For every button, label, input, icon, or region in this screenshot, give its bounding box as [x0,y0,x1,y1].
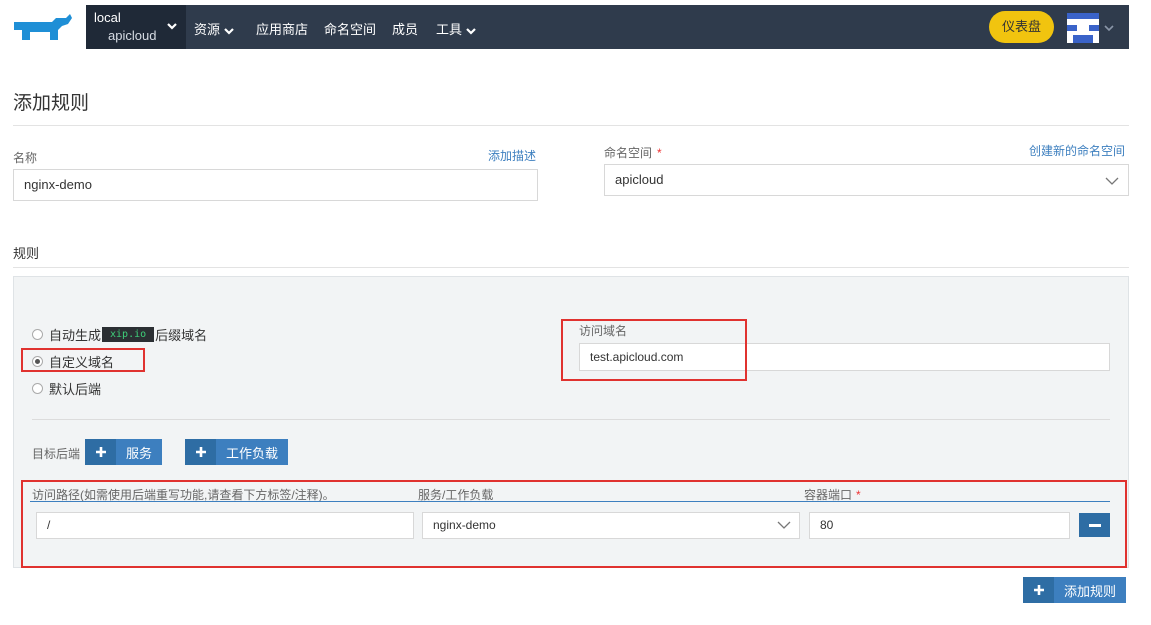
name-label: 名称 [13,151,38,165]
user-avatar-icon[interactable] [1067,13,1099,43]
required-mark: * [657,146,662,160]
nav-app-store[interactable]: 应用商店 [256,19,308,38]
create-namespace-link[interactable]: 创建新的命名空间 [1029,142,1125,159]
radio-default-label: 默认后端 [49,382,102,397]
xip-badge: xip.io [102,327,155,342]
rancher-logo-icon[interactable] [12,12,74,44]
add-rule-label: 添加规则 [1054,577,1127,603]
add-workload-label: 工作负载 [216,439,289,465]
namespace-select-value: apicloud [615,172,664,187]
add-description-link[interactable]: 添加描述 [488,147,536,164]
chevron-down-icon [224,27,234,35]
target-backend-label: 目标后端 [32,447,81,461]
plus-icon [85,439,116,465]
title-divider [13,125,1129,126]
nav-tools-label: 工具 [436,22,463,37]
cluster-project-switcher[interactable]: local apicloud [86,5,186,49]
add-rule-button[interactable]: 添加规则 [1023,577,1127,603]
plus-icon [1023,577,1054,603]
chevron-down-icon[interactable] [1103,22,1115,34]
namespace-label-text: 命名空间 [604,146,653,160]
radio-button[interactable] [32,329,43,340]
dashboard-button[interactable]: 仪表盘 [989,11,1054,43]
rules-divider [13,267,1129,268]
highlight-box-host [561,319,747,381]
nav-namespaces-label: 命名空间 [324,22,377,37]
nav-app-store-label: 应用商店 [256,22,309,37]
plus-icon [185,439,216,465]
namespace-label: 命名空间 * [604,144,662,161]
nav-namespaces[interactable]: 命名空间 [324,19,376,38]
top-navbar: local apicloud 资源 应用商店 命名空间 成员 工具 仪表盘 [86,5,1129,49]
radio-button[interactable] [32,383,43,394]
chevron-down-icon [466,27,476,35]
nav-members[interactable]: 成员 [392,19,418,38]
page-title: 添加规则 [13,93,90,114]
radio-auto-label: 自动生成 [49,328,102,343]
nav-members-label: 成员 [392,22,419,37]
radio-auto-suffix: 后缀域名 [155,328,208,343]
highlight-box-path-row [21,480,1127,568]
add-service-button[interactable]: 服务 [85,439,163,465]
panel-divider [32,419,1110,420]
add-workload-button[interactable]: 工作负载 [185,439,289,465]
chevron-down-icon [1105,177,1119,185]
radio-auto-xip[interactable]: 自动生成 xip.io 后缀域名 [32,325,207,344]
namespace-select[interactable]: apicloud [604,164,1129,196]
nav-resources-label: 资源 [194,22,221,37]
name-input[interactable]: nginx-demo [13,169,538,201]
nav-resources[interactable]: 资源 [194,19,235,38]
chevron-down-icon [167,23,177,30]
add-service-label: 服务 [116,439,163,465]
radio-default-backend[interactable]: 默认后端 [32,379,101,398]
rules-section-title: 规则 [13,246,40,261]
project-label: apicloud [108,28,157,43]
highlight-box-custom-domain [21,348,145,372]
cluster-label: local [94,10,121,25]
nav-tools[interactable]: 工具 [436,19,477,38]
